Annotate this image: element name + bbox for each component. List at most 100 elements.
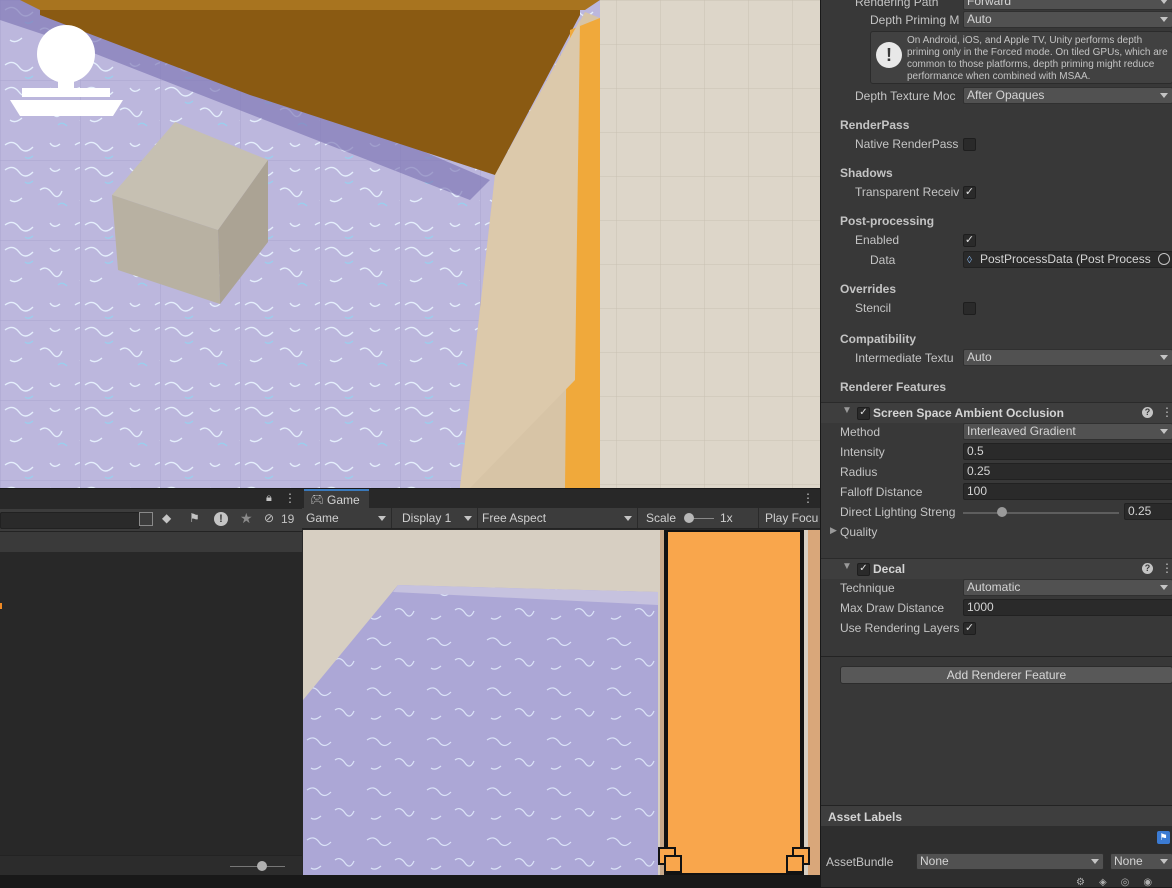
decal-enabled-checkbox[interactable]: ✓ <box>857 563 870 576</box>
ssao-method-value: Interleaved Gradient <box>967 424 1076 438</box>
depth-priming-value: Auto <box>967 12 992 26</box>
ssao-intensity-label: Intensity <box>840 445 885 459</box>
depth-texture-value: After Opaques <box>967 88 1045 102</box>
decal-technique-dropdown[interactable]: Automatic <box>963 579 1172 596</box>
console-footer <box>0 855 302 875</box>
ssao-method-dropdown[interactable]: Interleaved Gradient <box>963 423 1172 440</box>
depth-texture-dropdown[interactable]: After Opaques <box>963 87 1172 104</box>
decal-use-layers-row: Use Rendering Layers ✓ <box>821 618 1172 638</box>
more-options-icon[interactable]: ⋮ <box>802 491 814 505</box>
ssao-title: Screen Space Ambient Occlusion <box>873 406 1064 420</box>
lock-icon[interactable]: 🔒︎ <box>266 492 272 505</box>
decal-feature-header[interactable]: ▼ ✓ Decal ? ⋮ <box>821 558 1172 579</box>
assetbundle-dropdown[interactable]: None <box>916 853 1104 870</box>
ssao-direct-lighting-thumb[interactable] <box>997 507 1007 517</box>
filter-type-icon[interactable]: ◆ <box>162 511 171 525</box>
ssao-falloff-field[interactable]: 100 <box>963 483 1172 500</box>
assetbundle-label: AssetBundle <box>826 855 894 869</box>
ssao-direct-lighting-label: Direct Lighting Streng <box>840 505 956 519</box>
scene-camera-icon[interactable] <box>10 12 125 122</box>
depth-priming-label: Depth Priming M <box>870 13 960 27</box>
intermediate-texture-dropdown[interactable]: Auto <box>963 349 1172 366</box>
list-item-selected[interactable] <box>0 532 302 552</box>
display-dropdown[interactable]: Display 1 <box>398 508 478 528</box>
ssao-feature-header[interactable]: ▼ ✓ Screen Space Ambient Occlusion ? ⋮ <box>821 402 1172 423</box>
game-toolbar: Game Display 1 Free Aspect Scale 1x Play… <box>302 508 820 529</box>
list-marker <box>0 603 2 609</box>
transparent-receive-checkbox[interactable]: ✓ <box>963 186 976 199</box>
shadows-header: Shadows <box>840 166 893 180</box>
warning-icon[interactable]: ! <box>214 512 228 526</box>
ssao-enabled-checkbox[interactable]: ✓ <box>857 407 870 420</box>
decal-maxdraw-row: Max Draw Distance 1000 <box>821 598 1172 618</box>
play-focus-dropdown[interactable]: Play Focu <box>758 508 820 528</box>
rendering-path-dropdown[interactable]: Forward <box>963 0 1172 10</box>
native-renderpass-checkbox[interactable] <box>963 138 976 151</box>
aspect-value: Free Aspect <box>482 511 547 525</box>
status-bar <box>0 875 820 887</box>
tab-game-label: Game <box>327 493 360 507</box>
cache-icon[interactable]: ◈ <box>1099 877 1121 888</box>
aspect-dropdown[interactable]: Free Aspect <box>478 508 638 528</box>
search-input[interactable] <box>0 512 140 529</box>
zoom-slider-thumb[interactable] <box>257 861 267 871</box>
decal-use-layers-label: Use Rendering Layers <box>840 621 960 635</box>
ssao-intensity-field[interactable]: 0.5 <box>963 443 1172 460</box>
assetbundle-variant-dropdown[interactable]: None <box>1110 853 1172 870</box>
add-renderer-feature-button[interactable]: Add Renderer Feature <box>840 666 1172 684</box>
game-render[interactable] <box>303 530 820 875</box>
ssao-direct-lighting-track[interactable] <box>963 512 1119 514</box>
debug-icon[interactable]: ⚙ <box>1076 877 1099 888</box>
asset-labels-header[interactable]: Asset Labels <box>821 805 1172 827</box>
divider <box>821 656 1172 657</box>
foldout-collapsed-icon[interactable]: ▶ <box>830 525 837 536</box>
pp-data-field[interactable]: ◊ PostProcessData (Post Process <box>963 251 1172 268</box>
hidden-objects-icon[interactable]: ⊘ <box>264 511 274 525</box>
ssao-quality-row[interactable]: ▶ Quality <box>821 522 1172 542</box>
scale-slider-thumb[interactable] <box>684 513 694 523</box>
more-options-icon[interactable]: ⋮ <box>1161 405 1172 419</box>
compatibility-header: Compatibility <box>840 332 917 346</box>
help-icon[interactable]: ? <box>1142 563 1153 574</box>
ssao-quality-label: Quality <box>840 525 878 539</box>
pp-enabled-checkbox[interactable]: ✓ <box>963 234 976 247</box>
play-focus-label: Play Focu <box>765 511 819 525</box>
foldout-expanded-icon[interactable]: ▼ <box>842 561 852 572</box>
scene-view[interactable] <box>0 0 820 488</box>
pp-data-row: Data ◊ PostProcessData (Post Process <box>821 250 1172 270</box>
depth-priming-dropdown[interactable]: Auto <box>963 11 1172 28</box>
help-icon[interactable]: ? <box>1142 407 1153 418</box>
tab-game[interactable]: 🎮︎ Game <box>304 489 369 509</box>
decal-technique-row: Technique Automatic <box>821 578 1172 598</box>
transparent-receive-label: Transparent Receiv <box>855 185 960 199</box>
label-tag-icon[interactable]: ⚑ <box>189 511 200 525</box>
help-text: On Android, iOS, and Apple TV, Unity per… <box>907 35 1168 82</box>
stencil-checkbox[interactable] <box>963 302 976 315</box>
console-toolbar: ◆ ⚑ ! ★ ⊘ 19 <box>0 509 302 532</box>
more-options-icon[interactable]: ⋮ <box>284 491 296 505</box>
scale-label: Scale <box>646 511 677 525</box>
pp-data-value: PostProcessData (Post Process <box>980 252 1151 266</box>
favorite-star-icon[interactable]: ★ <box>240 510 253 527</box>
search-filter-icon[interactable] <box>139 512 153 526</box>
stencil-row: Stencil <box>821 298 1172 318</box>
native-renderpass-label: Native RenderPass <box>855 137 959 151</box>
label-tag-icon[interactable]: ⚑ <box>1157 831 1170 844</box>
stencil-label: Stencil <box>855 301 892 315</box>
ssao-radius-field[interactable]: 0.25 <box>963 463 1172 480</box>
warning-icon: ! <box>876 42 902 68</box>
gamepad-icon: 🎮︎ <box>310 494 324 506</box>
network-icon[interactable]: ◎ <box>1121 877 1144 888</box>
foldout-expanded-icon[interactable]: ▼ <box>842 405 852 416</box>
depth-texture-label: Depth Texture Moc <box>855 89 956 103</box>
game-mode-dropdown[interactable]: Game <box>302 508 392 528</box>
more-options-icon[interactable]: ⋮ <box>1161 561 1172 575</box>
decal-use-layers-checkbox[interactable]: ✓ <box>963 622 976 635</box>
ssao-direct-lighting-field[interactable]: 0.25 <box>1124 503 1172 520</box>
decal-technique-value: Automatic <box>967 580 1021 594</box>
decal-maxdraw-field[interactable]: 1000 <box>963 599 1172 616</box>
decal-maxdraw-label: Max Draw Distance <box>840 601 945 615</box>
object-picker-icon[interactable] <box>1158 253 1170 265</box>
asset-icon: ◊ <box>967 255 972 266</box>
account-icon[interactable]: ◉ <box>1143 877 1166 888</box>
